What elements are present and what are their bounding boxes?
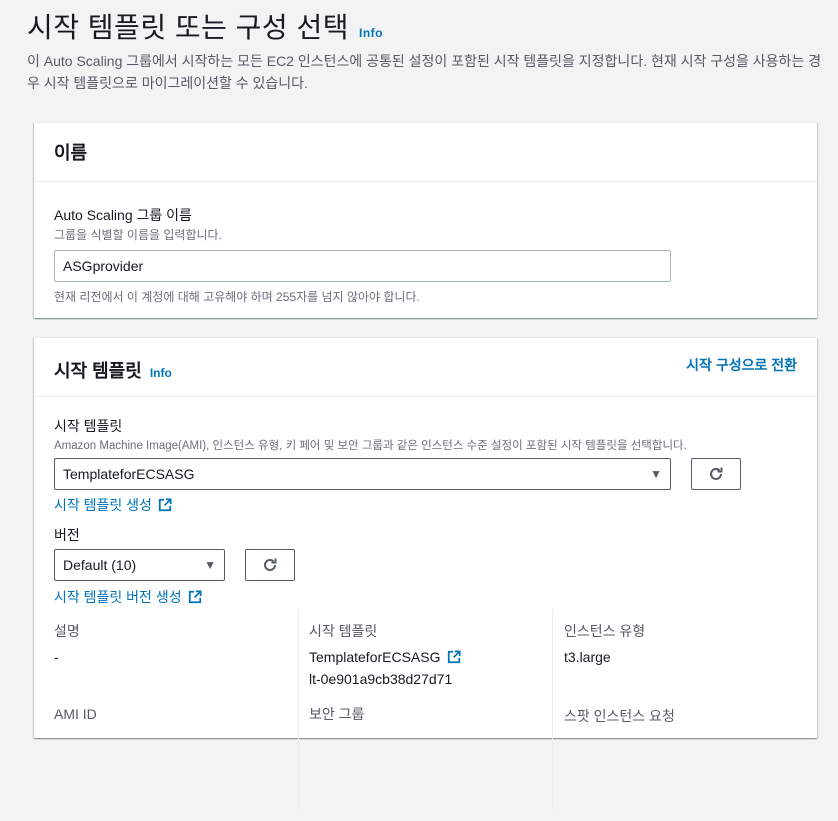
refresh-versions-button[interactable] [245,549,295,581]
version-selected: Default (10) [63,557,137,573]
details-divider-2 [552,609,553,809]
name-panel-title: 이름 [54,143,88,163]
launch-template-panel: 시작 템플릿 Info 시작 구성으로 전환 시작 템플릿 Amazon Mac… [34,337,817,809]
launch-template-info-link[interactable]: Info [150,366,172,380]
create-launch-template-link[interactable]: 시작 템플릿 생성 [54,495,172,515]
description-label: 설명 [54,623,80,639]
refresh-templates-button[interactable] [691,458,741,490]
launch-template-title-text: 시작 템플릿 [54,361,142,381]
create-launch-template-text: 시작 템플릿 생성 [54,497,152,513]
instance-type-value: t3.large [564,649,611,665]
refresh-icon [710,467,723,480]
switch-to-launch-config-link[interactable]: 시작 구성으로 전환 [686,355,797,375]
external-link-icon [158,498,172,512]
instance-type-label: 인스턴스 유형 [564,623,646,639]
launch-template-description: Amazon Machine Image(AMI), 인스턴스 유형, 키 페어… [54,440,687,452]
caret-down-icon: ▼ [204,558,216,572]
launch-template-panel-header: 시작 템플릿 Info 시작 구성으로 전환 [34,338,817,397]
page-title-text: 시작 템플릿 또는 구성 선택 [27,12,349,43]
external-link-icon [188,590,202,604]
asg-name-description: 그룹을 식별할 이름을 입력합니다. [54,228,222,242]
create-template-version-link[interactable]: 시작 템플릿 버전 생성 [54,587,202,607]
name-panel: 이름 Auto Scaling 그룹 이름 그룹을 식별할 이름을 입력합니다.… [34,122,817,318]
refresh-icon [264,558,277,571]
launch-template-select[interactable]: TemplateforECSASG ▼ [54,458,671,490]
ami-id-label: AMI ID [54,706,97,722]
description-value: - [54,649,59,665]
launch-template-panel-title: 시작 템플릿 Info [54,357,172,383]
version-select[interactable]: Default (10) ▼ [54,549,225,581]
launch-template-detail-link-text: TemplateforECSASG [309,649,441,665]
launch-template-selected: TemplateforECSASG [63,466,195,482]
asg-name-input[interactable]: ASGprovider [54,250,671,282]
template-details: 설명 - AMI ID 시작 템플릿 TemplateforECSASG lt-… [34,609,817,809]
page-description: 이 Auto Scaling 그룹에서 시작하는 모든 EC2 인스턴스에 공통… [27,53,822,91]
asg-name-field: Auto Scaling 그룹 이름 그룹을 식별할 이름을 입력합니다. AS… [54,205,671,305]
launch-template-id: lt-0e901a9cb38d27d71 [309,671,453,687]
name-panel-header: 이름 [34,123,817,182]
details-col-2: 시작 템플릿 TemplateforECSASG lt-0e901a9cb38d… [309,621,461,821]
caret-down-icon: ▼ [650,467,662,481]
spot-request-label: 스팟 인스턴스 요청 [564,708,675,724]
external-link-icon [447,650,461,664]
launch-template-label: 시작 템플릿 [54,418,123,434]
details-col-1: 설명 - AMI ID [54,621,97,821]
launch-template-field: 시작 템플릿 Amazon Machine Image(AMI), 인스턴스 유… [54,416,687,453]
launch-template-detail-link[interactable]: TemplateforECSASG [309,649,461,665]
create-template-version-text: 시작 템플릿 버전 생성 [54,589,182,605]
page-title: 시작 템플릿 또는 구성 선택 Info [27,6,383,46]
launch-template-detail-label: 시작 템플릿 [309,623,378,639]
asg-name-label: Auto Scaling 그룹 이름 [54,207,192,223]
version-label: 버전 [54,527,80,543]
details-col-3: 인스턴스 유형 t3.large 스팟 인스턴스 요청 [564,621,675,821]
page-info-link[interactable]: Info [359,26,383,40]
security-group-label: 보안 그룹 [309,706,365,722]
details-divider-1 [298,609,299,809]
asg-name-constraint: 현재 리전에서 이 계정에 대해 고유해야 하며 255자를 넘지 않아야 합니… [54,290,420,304]
